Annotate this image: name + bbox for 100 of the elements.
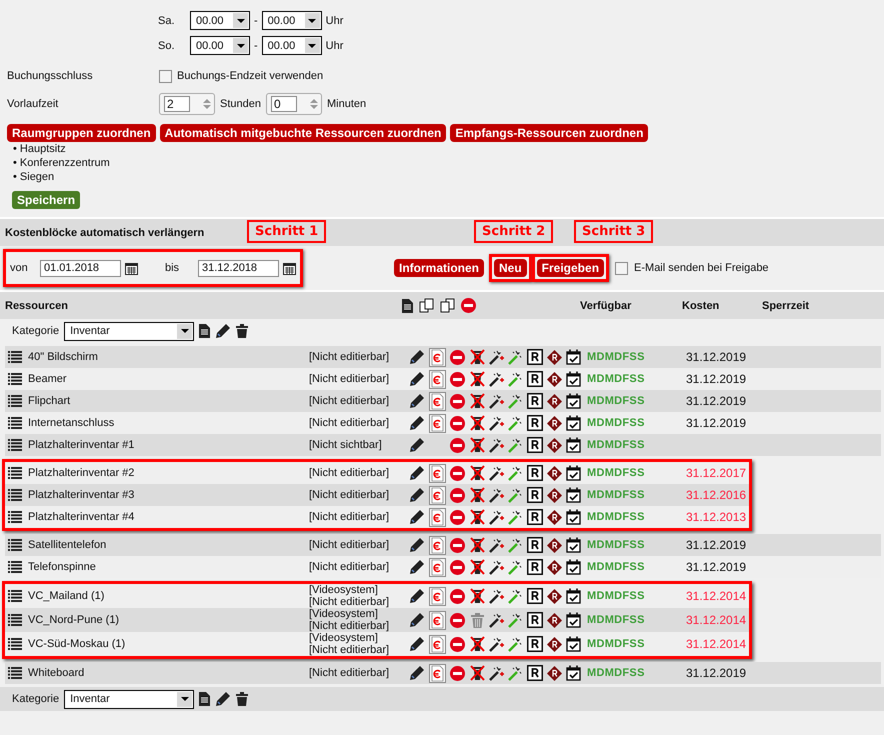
trash-icon[interactable] — [236, 692, 248, 706]
magic-wand-plus-icon[interactable] — [489, 416, 504, 430]
crossed-trash-icon[interactable] — [470, 559, 484, 575]
list-icon[interactable] — [8, 467, 22, 479]
time-select[interactable]: 00.00 — [262, 36, 322, 55]
r-diamond-icon[interactable] — [547, 438, 562, 452]
list-icon[interactable] — [8, 489, 22, 501]
copy-icon[interactable] — [419, 298, 434, 313]
r-box-icon[interactable] — [527, 509, 543, 525]
r-box-icon[interactable] — [527, 349, 543, 365]
stop-icon[interactable] — [461, 298, 476, 313]
list-icon[interactable] — [8, 395, 22, 407]
stop-icon[interactable] — [450, 560, 465, 574]
calendar-icon[interactable] — [283, 262, 296, 274]
list-icon[interactable] — [8, 561, 22, 573]
magic-wand-plus-icon[interactable] — [489, 612, 504, 628]
pencil-icon[interactable] — [409, 636, 425, 652]
crossed-trash-icon[interactable] — [470, 349, 484, 365]
list-icon[interactable] — [8, 539, 22, 551]
date-field[interactable]: 01.01.2018 — [40, 260, 121, 276]
magic-wand-icon[interactable] — [508, 560, 523, 574]
trash-icon[interactable] — [236, 324, 248, 338]
assign-button[interactable]: Automatisch mitgebuchte Ressourcen zuordnen — [160, 124, 446, 142]
spinner-arrows-icon[interactable] — [310, 98, 318, 110]
pencil-icon[interactable] — [409, 487, 425, 503]
magic-wand-plus-icon[interactable] — [489, 538, 504, 552]
r-diamond-icon[interactable] — [547, 666, 562, 680]
r-box-icon[interactable] — [527, 393, 543, 409]
magic-wand-plus-icon[interactable] — [489, 588, 504, 604]
pencil-icon[interactable] — [409, 415, 425, 431]
calendar-check-icon[interactable] — [566, 349, 581, 365]
euro-document-icon[interactable] — [429, 414, 446, 432]
calendar-check-icon[interactable] — [566, 665, 581, 681]
r-diamond-icon[interactable] — [547, 466, 562, 480]
crossed-trash-icon[interactable] — [470, 393, 484, 409]
r-diamond-icon[interactable] — [547, 510, 562, 524]
list-icon[interactable] — [8, 439, 22, 451]
euro-document-icon[interactable] — [429, 610, 446, 630]
magic-wand-icon[interactable] — [508, 466, 523, 480]
calendar-check-icon[interactable] — [566, 537, 581, 553]
calendar-check-icon[interactable] — [566, 371, 581, 387]
action-button[interactable]: Informationen — [394, 259, 484, 277]
calendar-check-icon[interactable] — [566, 588, 581, 604]
pencil-icon[interactable] — [409, 509, 425, 525]
pencil-icon[interactable] — [409, 665, 425, 681]
r-box-icon[interactable] — [527, 465, 543, 481]
pencil-icon[interactable] — [409, 371, 425, 387]
list-icon[interactable] — [8, 590, 22, 602]
date-field[interactable]: 31.12.2018 — [198, 260, 279, 276]
crossed-trash-icon[interactable] — [470, 588, 484, 604]
crossed-trash-icon[interactable] — [470, 487, 484, 503]
assign-button[interactable]: Raumgruppen zuordnen — [7, 124, 156, 142]
list-icon[interactable] — [8, 351, 22, 363]
magic-wand-plus-icon[interactable] — [489, 438, 504, 452]
list-icon[interactable] — [8, 667, 22, 679]
calendar-check-icon[interactable] — [566, 415, 581, 431]
magic-wand-icon[interactable] — [508, 588, 523, 604]
crossed-trash-icon[interactable] — [470, 371, 484, 387]
pencil-icon[interactable] — [409, 465, 425, 481]
checkbox[interactable] — [159, 70, 172, 82]
pencil-icon[interactable] — [409, 349, 425, 365]
r-box-icon[interactable] — [527, 415, 543, 431]
euro-document-icon[interactable] — [429, 508, 446, 526]
r-box-icon[interactable] — [527, 371, 543, 387]
euro-document-icon[interactable] — [429, 634, 446, 654]
magic-wand-plus-icon[interactable] — [489, 666, 504, 680]
stop-icon[interactable] — [450, 350, 465, 364]
magic-wand-icon[interactable] — [508, 636, 523, 652]
magic-wand-plus-icon[interactable] — [489, 636, 504, 652]
euro-document-icon[interactable] — [429, 586, 446, 606]
magic-wand-icon[interactable] — [508, 394, 523, 408]
time-select[interactable]: 00.00 — [190, 11, 250, 30]
r-diamond-icon[interactable] — [547, 394, 562, 408]
calendar-icon[interactable] — [125, 262, 138, 274]
r-diamond-icon[interactable] — [547, 488, 562, 502]
r-diamond-icon[interactable] — [547, 350, 562, 364]
stop-icon[interactable] — [450, 510, 465, 524]
stop-icon[interactable] — [450, 416, 465, 430]
stop-icon[interactable] — [450, 588, 465, 604]
number-spinner[interactable]: 0 — [266, 93, 322, 115]
euro-document-icon[interactable] — [429, 392, 446, 410]
document-icon[interactable] — [199, 324, 210, 338]
pencil-icon[interactable] — [409, 437, 425, 453]
calendar-check-icon[interactable] — [566, 636, 581, 652]
euro-document-icon[interactable] — [429, 348, 446, 366]
save-button[interactable]: Speichern — [12, 191, 80, 209]
stop-icon[interactable] — [450, 636, 465, 652]
r-diamond-icon[interactable] — [547, 636, 562, 652]
crossed-trash-icon[interactable] — [470, 665, 484, 681]
r-box-icon[interactable] — [527, 612, 543, 628]
stop-icon[interactable] — [450, 666, 465, 680]
time-select[interactable]: 00.00 — [262, 11, 322, 30]
pencil-icon[interactable] — [409, 393, 425, 409]
stop-icon[interactable] — [450, 466, 465, 480]
pencil-icon[interactable] — [215, 323, 232, 339]
magic-wand-icon[interactable] — [508, 350, 523, 364]
action-button[interactable]: Neu — [494, 259, 527, 277]
spinner-arrows-icon[interactable] — [203, 98, 211, 110]
pencil-icon[interactable] — [409, 537, 425, 553]
calendar-check-icon[interactable] — [566, 393, 581, 409]
